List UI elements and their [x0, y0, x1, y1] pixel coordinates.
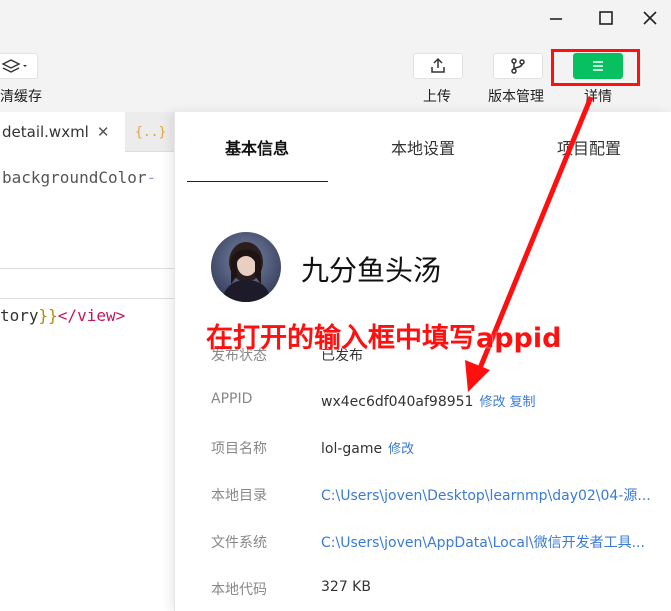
annotation-text: 在打开的输入框中填写appid — [206, 323, 562, 354]
json-file-icon: {..} — [135, 124, 167, 140]
project-name: 九分鱼头汤 — [301, 254, 442, 287]
local-directory-link[interactable]: C:\Users\joven\Desktop\learnmp\day02\04-… — [321, 485, 651, 505]
active-tab-indicator — [187, 181, 328, 182]
appid-label: APPID — [211, 391, 253, 407]
upload-button[interactable] — [413, 53, 463, 79]
local-code-label: 本地代码 — [211, 582, 267, 598]
details-label: 详情 — [584, 89, 612, 105]
editor-divider — [0, 268, 174, 269]
local-directory-label: 本地目录 — [211, 488, 267, 504]
maximize-button[interactable] — [586, 4, 626, 32]
editor-divider — [0, 298, 174, 299]
appid-row: wx4ec6df040af98951 修改 复制 — [321, 391, 535, 410]
code-text: backgroundColor — [2, 168, 147, 187]
file-system-link[interactable]: C:\Users\joven\AppData\Local\微信开发者工具... — [321, 532, 645, 552]
code-editor[interactable]: backgroundColor- tory}}</view> — [0, 152, 174, 611]
code-line: backgroundColor- — [2, 168, 157, 187]
layers-icon — [2, 59, 27, 73]
close-window-button[interactable] — [630, 4, 670, 32]
minimize-icon — [550, 18, 562, 20]
close-icon — [643, 11, 657, 25]
version-management-button[interactable] — [493, 53, 543, 79]
project-name-label: 项目名称 — [211, 441, 267, 457]
tab-label: detail.wxml — [2, 123, 89, 141]
tab-label: 项目配置 — [557, 139, 622, 158]
branch-icon — [511, 58, 525, 74]
minimize-button[interactable] — [536, 4, 576, 32]
code-tag: </view> — [57, 306, 126, 325]
clear-cache-button[interactable] — [0, 53, 38, 79]
editor-tab-bar: detail.wxml ✕ {..} a — [0, 112, 184, 152]
appid-value: wx4ec6df040af98951 — [321, 394, 474, 410]
code-line: tory}}</view> — [0, 306, 125, 325]
avatar — [211, 232, 281, 302]
tab-basic-info[interactable]: 基本信息 — [225, 112, 289, 182]
tab-detail-wxml[interactable]: detail.wxml ✕ — [0, 112, 125, 152]
annotation-highlight-box — [551, 49, 640, 86]
local-code-value: 327 KB — [321, 579, 371, 595]
upload-label: 上传 — [423, 89, 451, 105]
details-panel: 基本信息 本地设置 项目配置 九分鱼头汤 发布状态 已发布 APPID wx4e… — [174, 112, 671, 611]
project-name-value: lol-game — [321, 441, 383, 457]
close-tab-icon[interactable]: ✕ — [97, 123, 110, 141]
edit-appid-link[interactable]: 修改 — [479, 395, 505, 410]
copy-appid-link[interactable]: 复制 — [509, 395, 535, 410]
project-name-row: lol-game 修改 — [321, 438, 414, 457]
version-management-label: 版本管理 — [488, 89, 544, 105]
edit-project-name-link[interactable]: 修改 — [388, 442, 414, 457]
tab-label: 基本信息 — [225, 139, 290, 158]
code-variable: tory — [0, 306, 39, 325]
file-system-label: 文件系统 — [211, 535, 267, 551]
tab-local-settings[interactable]: 本地设置 — [391, 112, 455, 182]
code-brace: }} — [38, 306, 58, 325]
maximize-icon — [599, 11, 613, 25]
upload-icon — [431, 57, 445, 73]
clear-cache-label: 清缓存 — [0, 89, 42, 105]
tab-label: 本地设置 — [391, 139, 456, 158]
tab-project-config[interactable]: 项目配置 — [557, 112, 621, 182]
